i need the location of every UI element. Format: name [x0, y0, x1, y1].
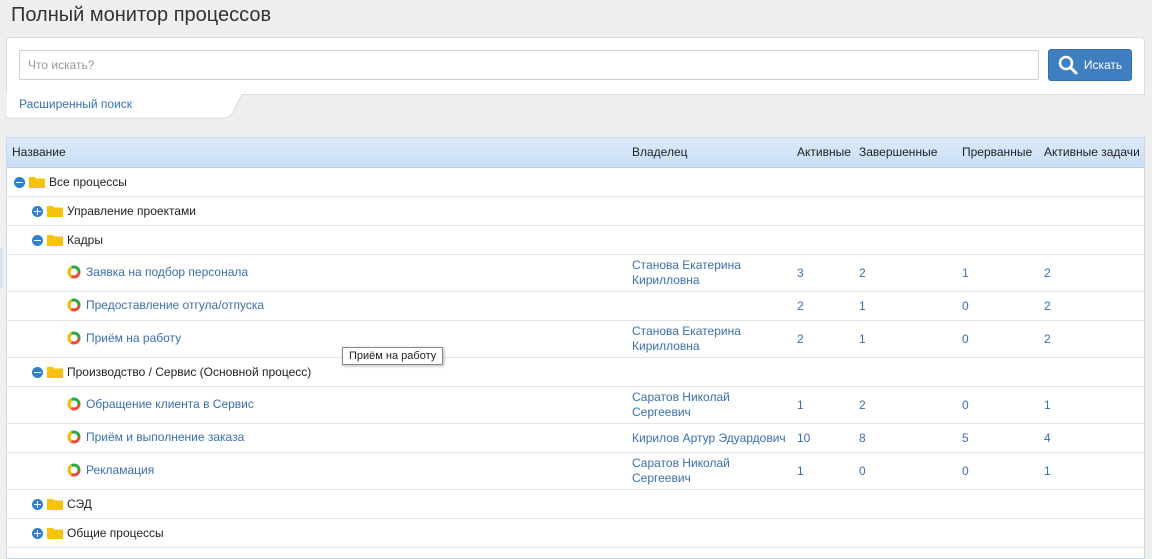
expand-icon[interactable]	[32, 527, 43, 539]
process-icon	[67, 298, 81, 312]
search-input[interactable]	[19, 50, 1039, 80]
active-count[interactable]: 2	[797, 299, 804, 313]
left-edge-handle	[0, 248, 3, 288]
folder-label[interactable]: Управление проектами	[67, 204, 196, 218]
owner-cell[interactable]: Кирилов Артур Эдуардович	[632, 431, 797, 446]
advanced-search-link[interactable]: Расширенный поиск	[19, 97, 132, 111]
table-row[interactable]: Общие процессы	[7, 519, 1144, 548]
owner-line: Кирилловна	[632, 273, 700, 287]
owner-line: Саратов Николай	[632, 390, 730, 404]
owner-line: Станова Екатерина	[632, 258, 741, 272]
folder-icon	[29, 176, 45, 188]
owner-cell[interactable]: Саратов Николай Сергеевич	[632, 456, 792, 486]
completed-count[interactable]: 2	[859, 398, 866, 412]
completed-count[interactable]: 8	[859, 431, 866, 445]
folder-icon	[47, 205, 63, 217]
folder-label[interactable]: Производство / Сервис (Основной процесс)	[67, 365, 311, 379]
process-link[interactable]: Рекламация	[86, 463, 154, 477]
table-row[interactable]: Приём на работу Станова Екатерина Кирилл…	[7, 321, 1144, 358]
active-tasks-count[interactable]: 1	[1044, 398, 1051, 412]
active-tasks-count[interactable]: 2	[1044, 299, 1051, 313]
interrupted-count[interactable]: 0	[962, 299, 969, 313]
interrupted-count[interactable]: 0	[962, 398, 969, 412]
owner-cell[interactable]: Саратов Николай Сергеевич	[632, 390, 792, 420]
owner-line: Станова Екатерина	[632, 324, 741, 338]
table-header: Название Владелец Активные Завершенные П…	[7, 138, 1144, 168]
search-button-label: Искать	[1083, 58, 1123, 72]
folder-icon	[47, 366, 63, 378]
owner-cell[interactable]: Станова Екатерина Кирилловна	[632, 258, 792, 288]
process-link[interactable]: Приём на работу	[86, 331, 181, 345]
active-tasks-count[interactable]: 2	[1044, 332, 1051, 346]
process-icon	[67, 331, 81, 345]
owner-line: Кирилов Артур Эдуардович	[632, 431, 786, 445]
table-row[interactable]: Предоставление отгула/отпуска 2 1 0 2	[7, 292, 1144, 321]
process-link[interactable]: Приём и выполнение заказа	[86, 430, 244, 444]
owner-line: Сергеевич	[632, 471, 691, 485]
table-row[interactable]: Кадры	[7, 226, 1144, 255]
owner-line: Сергеевич	[632, 405, 691, 419]
table-row[interactable]: Рекламация Саратов Николай Сергеевич 1 0…	[7, 453, 1144, 490]
page-title: Полный монитор процессов	[11, 4, 272, 26]
column-header-interrupted[interactable]: Прерванные	[962, 138, 1042, 167]
table-row[interactable]: Заявка на подбор персонала Станова Екате…	[7, 255, 1144, 292]
completed-count[interactable]: 2	[859, 266, 866, 280]
process-link[interactable]: Обращение клиента в Сервис	[86, 397, 254, 411]
tooltip: Приём на работу	[342, 347, 444, 365]
active-count[interactable]: 2	[797, 332, 804, 346]
process-icon	[67, 265, 81, 279]
process-icon	[67, 397, 81, 411]
column-header-completed[interactable]: Завершенные	[859, 138, 949, 167]
active-count[interactable]: 1	[797, 398, 804, 412]
active-count[interactable]: 3	[797, 266, 804, 280]
table-row[interactable]: Управление проектами	[7, 197, 1144, 226]
active-count[interactable]: 1	[797, 464, 804, 478]
collapse-icon[interactable]	[32, 234, 43, 246]
interrupted-count[interactable]: 0	[962, 332, 969, 346]
collapse-icon[interactable]	[32, 366, 43, 378]
completed-count[interactable]: 0	[859, 464, 866, 478]
process-icon	[67, 430, 81, 444]
folder-icon	[47, 527, 63, 539]
active-tasks-count[interactable]: 2	[1044, 266, 1051, 280]
column-header-active[interactable]: Активные	[797, 138, 852, 167]
folder-icon	[47, 234, 63, 246]
active-count[interactable]: 10	[797, 431, 810, 445]
search-panel: Искать	[6, 37, 1145, 95]
table-row[interactable]: Производство / Сервис (Основной процесс)	[7, 358, 1144, 387]
owner-cell[interactable]: Станова Екатерина Кирилловна	[632, 324, 792, 354]
table-row[interactable]: Все процессы	[7, 168, 1144, 197]
collapse-icon[interactable]	[14, 176, 25, 188]
table-row[interactable]: Обращение клиента в Сервис Саратов Никол…	[7, 387, 1144, 424]
active-tasks-count[interactable]: 1	[1044, 464, 1051, 478]
table-row[interactable]: Приём и выполнение заказа Кирилов Артур …	[7, 424, 1144, 453]
folder-label[interactable]: Кадры	[67, 233, 103, 247]
completed-count[interactable]: 1	[859, 332, 866, 346]
interrupted-count[interactable]: 1	[962, 266, 969, 280]
column-header-name[interactable]: Название	[12, 138, 612, 167]
folder-icon	[47, 498, 63, 510]
column-header-owner[interactable]: Владелец	[632, 138, 782, 167]
interrupted-count[interactable]: 0	[962, 464, 969, 478]
process-icon	[67, 463, 81, 477]
folder-label[interactable]: СЭД	[67, 497, 92, 511]
folder-label[interactable]: Все процессы	[49, 175, 127, 189]
interrupted-count[interactable]: 5	[962, 431, 969, 445]
owner-line: Саратов Николай	[632, 456, 730, 470]
table-row[interactable]: СЭД	[7, 490, 1144, 519]
process-link[interactable]: Заявка на подбор персонала	[86, 265, 248, 279]
folder-label[interactable]: Общие процессы	[67, 526, 164, 540]
owner-line: Кирилловна	[632, 339, 700, 353]
completed-count[interactable]: 1	[859, 299, 866, 313]
expand-icon[interactable]	[32, 498, 43, 510]
process-link[interactable]: Предоставление отгула/отпуска	[86, 298, 264, 312]
column-header-active-tasks[interactable]: Активные задачи	[1044, 138, 1140, 167]
search-button[interactable]: Искать	[1048, 49, 1132, 81]
expand-icon[interactable]	[32, 205, 43, 217]
active-tasks-count[interactable]: 4	[1044, 431, 1051, 445]
process-table: Название Владелец Активные Завершенные П…	[6, 137, 1145, 559]
search-icon	[1058, 55, 1078, 75]
